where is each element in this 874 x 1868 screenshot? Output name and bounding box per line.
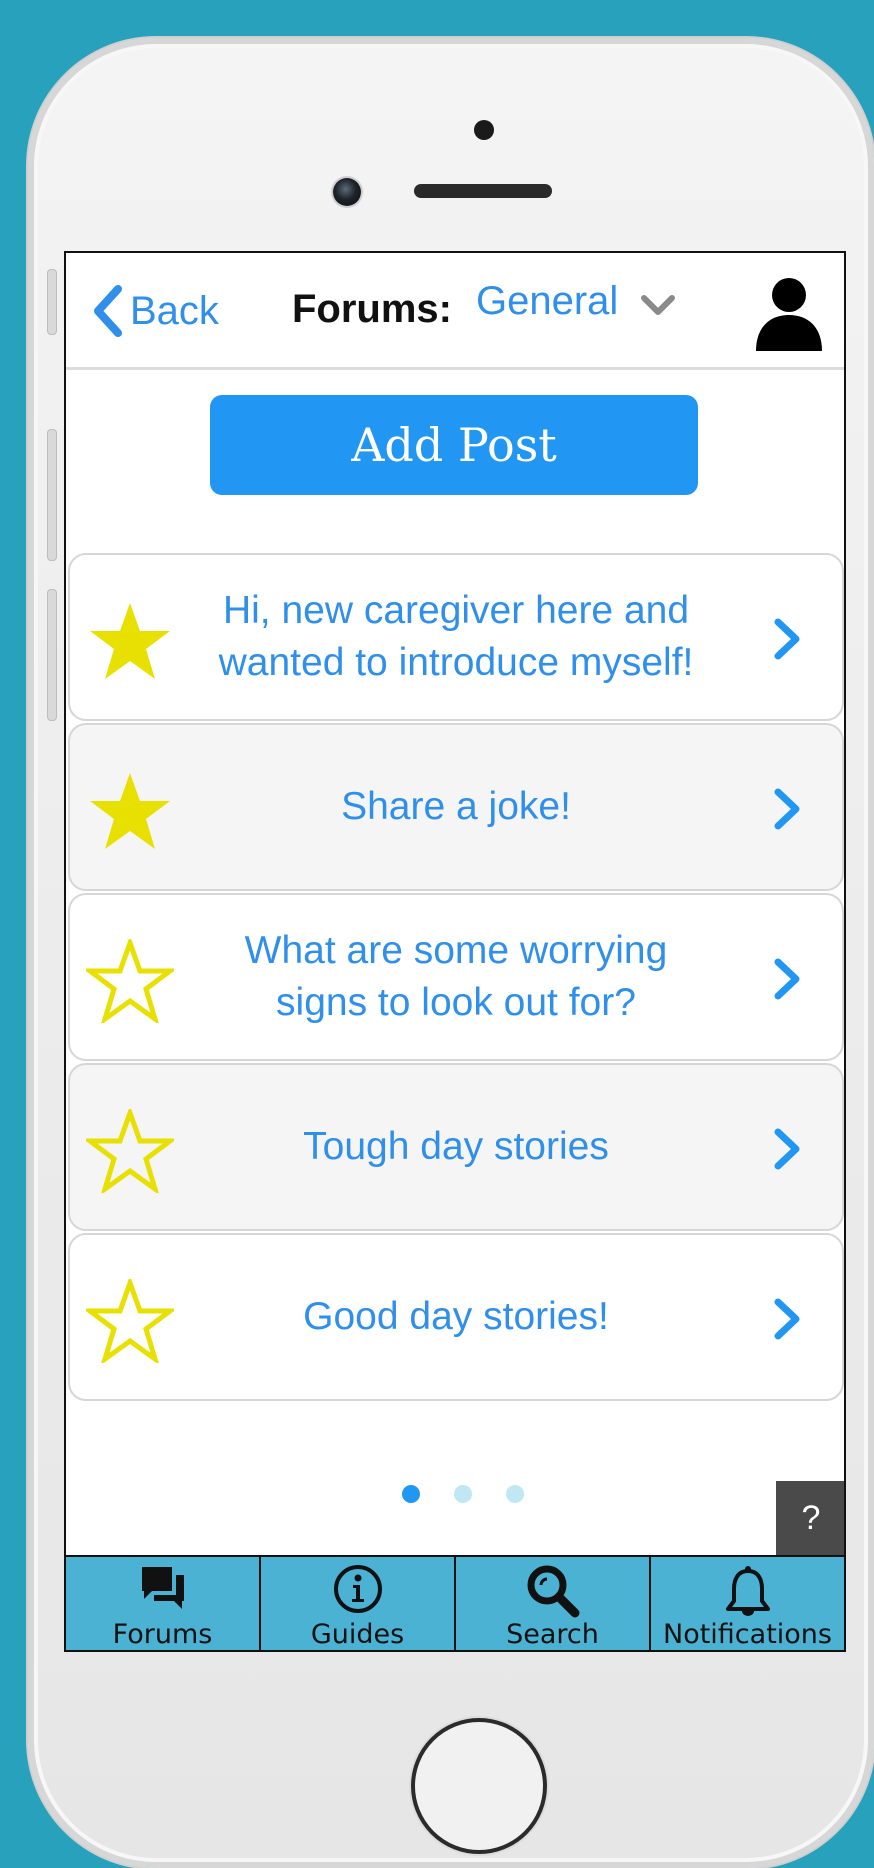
- forum-post-row[interactable]: What are some worrying signs to look out…: [68, 893, 844, 1061]
- chevron-right-icon: [774, 788, 800, 830]
- star-outline-icon[interactable]: [86, 1279, 174, 1363]
- chevron-left-icon: [94, 285, 122, 337]
- post-title: Tough day stories: [303, 1125, 609, 1168]
- star-filled-icon[interactable]: [86, 769, 174, 853]
- page-dot[interactable]: [402, 1485, 420, 1503]
- chevron-right-icon: [774, 618, 800, 660]
- search-icon: [527, 1565, 579, 1618]
- post-title: Share a joke!: [341, 785, 571, 828]
- forums-label: Forums:: [292, 287, 452, 331]
- chevron-right-icon: [774, 1128, 800, 1170]
- proximity-sensor: [474, 120, 494, 140]
- category-dropdown[interactable]: General: [476, 279, 676, 324]
- forum-post-row[interactable]: Tough day stories: [68, 1063, 844, 1231]
- post-title: Hi, new caregiver here and wanted to int…: [218, 589, 694, 684]
- tab-notifications-label: Notifications: [663, 1619, 832, 1650]
- back-label: Back: [130, 288, 219, 333]
- page-indicator: [402, 1485, 558, 1503]
- home-button[interactable]: [411, 1718, 547, 1854]
- volume-up-button: [48, 430, 56, 560]
- add-post-button[interactable]: Add Post: [210, 395, 698, 495]
- tab-forums[interactable]: Forums: [66, 1557, 261, 1650]
- help-button[interactable]: ?: [776, 1481, 844, 1555]
- tab-search-label: Search: [506, 1619, 599, 1650]
- chat-bubbles-icon: [141, 1567, 184, 1609]
- back-button[interactable]: Back: [90, 281, 219, 341]
- forum-post-row[interactable]: Hi, new caregiver here and wanted to int…: [68, 553, 844, 721]
- volume-down-button: [48, 590, 56, 720]
- tab-forums-label: Forums: [112, 1619, 213, 1650]
- bottom-tab-bar: Forums Guides Search Notifications: [66, 1555, 844, 1650]
- app-screen: Back Forums: General Add Post Hi, new ca…: [64, 251, 846, 1652]
- info-icon: [333, 1565, 382, 1613]
- star-outline-icon[interactable]: [86, 1109, 174, 1193]
- tab-guides[interactable]: Guides: [261, 1557, 456, 1650]
- forum-post-row[interactable]: Share a joke!: [68, 723, 844, 891]
- bell-icon: [725, 1566, 770, 1616]
- tab-guides-label: Guides: [310, 1619, 405, 1650]
- profile-icon[interactable]: [754, 275, 824, 351]
- page-dot[interactable]: [506, 1485, 524, 1503]
- page-dot[interactable]: [454, 1485, 472, 1503]
- forum-post-row[interactable]: Good day stories!: [68, 1233, 844, 1401]
- tab-notifications[interactable]: Notifications: [651, 1557, 844, 1650]
- star-outline-icon[interactable]: [86, 939, 174, 1023]
- chevron-right-icon: [774, 958, 800, 1000]
- top-bar: Back Forums: General: [66, 253, 844, 370]
- chevron-right-icon: [774, 1298, 800, 1340]
- category-value: General: [476, 279, 619, 323]
- post-list: Hi, new caregiver here and wanted to int…: [68, 553, 844, 1403]
- mute-switch: [48, 270, 56, 334]
- earpiece-speaker: [414, 184, 552, 198]
- post-title: Good day stories!: [303, 1295, 609, 1338]
- star-filled-icon[interactable]: [86, 599, 174, 683]
- tab-search[interactable]: Search: [456, 1557, 651, 1650]
- chevron-down-icon: [641, 294, 676, 315]
- front-camera: [333, 178, 361, 206]
- post-title: What are some worrying signs to look out…: [244, 929, 668, 1024]
